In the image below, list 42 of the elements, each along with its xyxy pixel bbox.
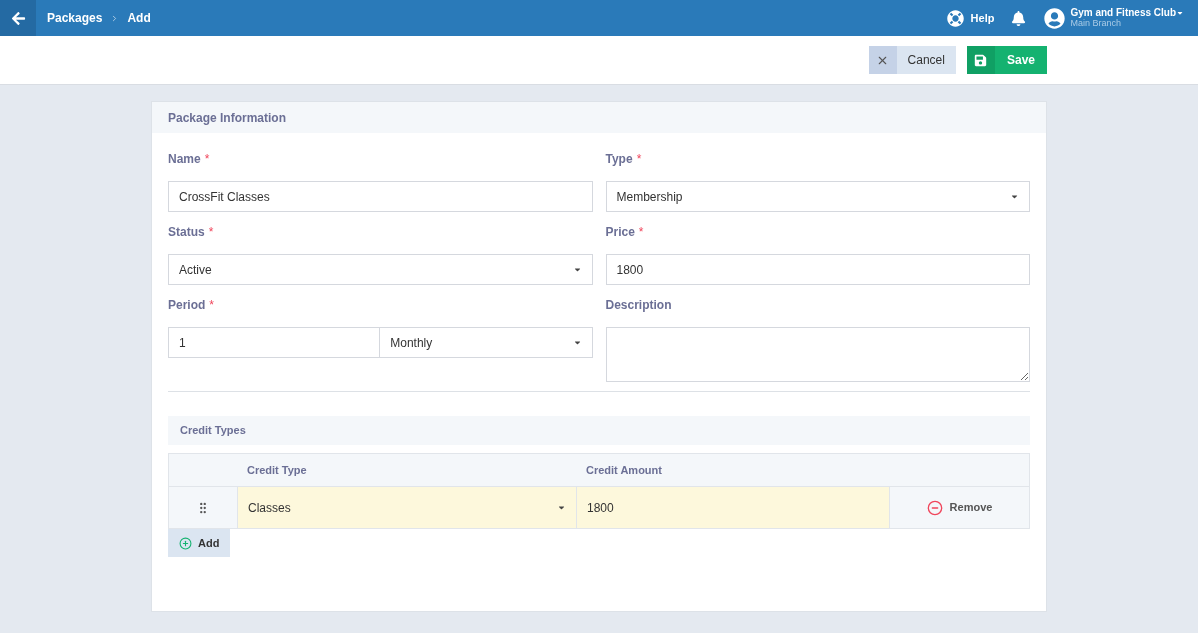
column-header: Credit Type <box>246 462 308 478</box>
select-field[interactable]: Monthly <box>380 327 593 358</box>
remove-button[interactable]: Remove <box>926 499 993 516</box>
field-label: Description <box>605 297 672 314</box>
user-avatar-icon[interactable] <box>1044 7 1066 29</box>
text-field[interactable]: 1800 <box>605 254 1030 285</box>
breadcrumb-current: Add <box>127 10 151 27</box>
plus-circle-icon <box>179 536 192 550</box>
lifebuoy-icon <box>946 9 964 27</box>
number-field[interactable]: 1 <box>168 327 381 358</box>
caret-icon <box>1010 192 1019 201</box>
required-mark: * <box>204 151 210 168</box>
section-title: Credit Types <box>180 423 246 439</box>
select-field[interactable]: Membership <box>605 181 1030 212</box>
field-label: Name <box>168 151 201 168</box>
caret-icon <box>572 265 582 274</box>
caret-icon <box>572 338 582 347</box>
add-button[interactable]: Add <box>168 529 231 557</box>
breadcrumb-link[interactable]: Packages <box>47 9 103 27</box>
field-label: Type <box>605 151 633 168</box>
required-mark: * <box>636 151 642 168</box>
field-label: Period <box>168 297 206 314</box>
caret-icon <box>557 503 566 512</box>
cancel-button[interactable]: Cancel <box>868 46 956 74</box>
required-mark: * <box>208 224 214 241</box>
panel-title: Package Information <box>168 109 287 127</box>
required-mark: * <box>638 224 644 241</box>
field-label: Status <box>168 224 205 241</box>
select-field[interactable]: Active <box>168 254 593 285</box>
amount-field[interactable]: 1800 <box>576 487 889 528</box>
branch-name: Main Branch <box>1070 18 1122 29</box>
back-menu-button[interactable] <box>0 0 36 36</box>
field-label: Price <box>605 224 635 241</box>
column-header: Credit Amount <box>585 462 662 478</box>
help-button[interactable]: Help <box>946 9 995 27</box>
notification-bell-icon[interactable] <box>1011 10 1027 26</box>
text-field[interactable]: CrossFit Classes <box>168 181 593 212</box>
minus-circle-icon <box>926 499 943 516</box>
back-arrow-icon <box>10 10 26 26</box>
required-mark: * <box>209 297 214 314</box>
select-field[interactable]: Classes <box>237 487 576 528</box>
account-name[interactable]: Gym and Fitness Club <box>1070 7 1176 18</box>
